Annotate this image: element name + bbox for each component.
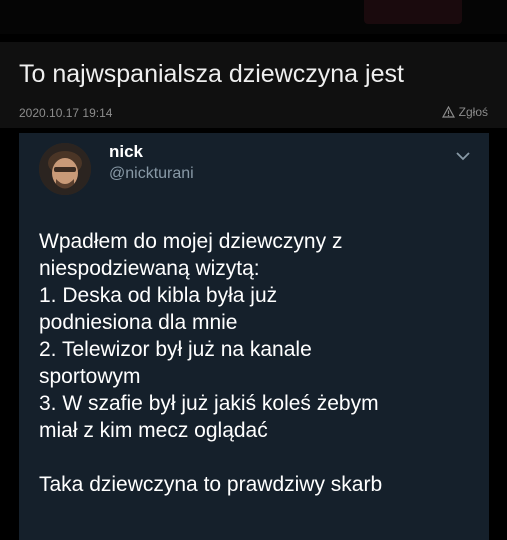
tweet-line: sportowym [39, 365, 141, 388]
report-label: Zgłoś [458, 105, 488, 119]
tweet-card: nick @nickturani Wpadłem do mojej dziewc… [19, 133, 489, 540]
tweet-line: miał z kim mecz oglądać [39, 419, 268, 442]
avatar[interactable] [39, 143, 91, 195]
report-button[interactable]: Zgłoś [441, 105, 488, 119]
chevron-down-icon[interactable] [455, 149, 471, 161]
post-title: To najwspanialsza dziewczyna jest [19, 60, 404, 88]
user-name: nick [109, 142, 144, 161]
tweet-line: 3. W szafie był już jakiś koleś żebym [39, 392, 379, 415]
warning-triangle-icon [441, 106, 455, 118]
top-button[interactable] [364, 0, 462, 24]
tweet-closing: Taka dziewczyna to prawdziwy skarb [39, 473, 383, 496]
user-handle: @nickturani [109, 165, 194, 182]
tweet-line: podniesiona dla mnie [39, 311, 238, 334]
post-date: 2020.10.17 19:14 [19, 106, 113, 120]
tweet-line: 1. Deska od kibla była już [39, 284, 278, 307]
tweet-line: 2. Telewizor był już na kanale [39, 338, 312, 361]
tweet-line: niespodziewaną wizytą: [39, 257, 260, 280]
tweet-line: Wpadłem do mojej dziewczyny z [39, 230, 343, 253]
tweet-text: Wpadłem do mojej dziewczyny z niespodzie… [39, 228, 479, 498]
